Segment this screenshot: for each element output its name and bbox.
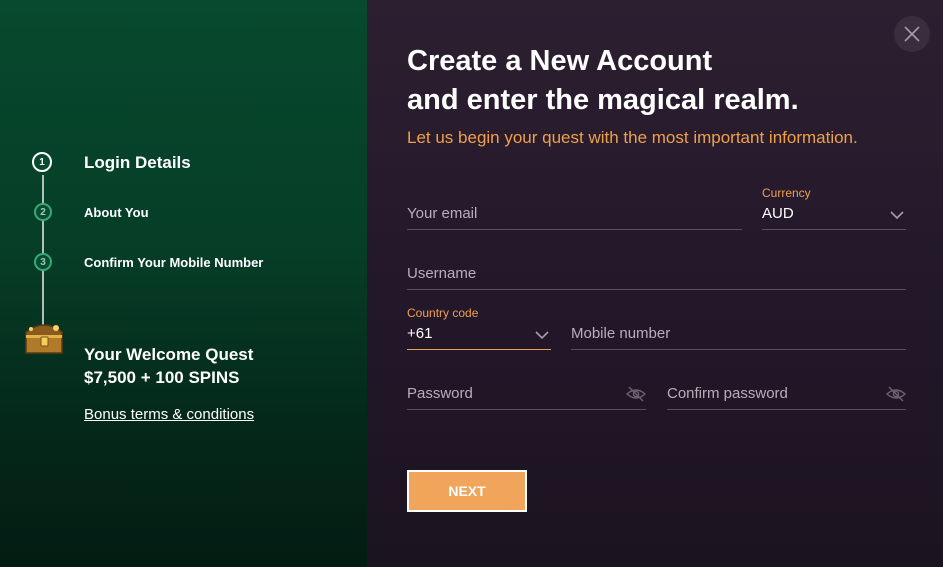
step-3-number: 3 (40, 256, 46, 268)
welcome-quest: Your Welcome Quest $7,500 + 100 SPINS (84, 343, 253, 389)
chevron-down-icon (535, 331, 549, 340)
step-1-indicator: 1 (32, 152, 52, 172)
password-placeholder: Password (407, 385, 473, 402)
quest-title: Your Welcome Quest (84, 345, 254, 364)
step-2-indicator: 2 (34, 203, 52, 221)
title-line-1: Create a New Account (407, 45, 713, 77)
step-3-indicator: 3 (34, 253, 52, 271)
close-icon (904, 26, 920, 42)
page-subtitle: Let us begin your quest with the most im… (407, 128, 858, 147)
bonus-terms-link[interactable]: Bonus terms & conditions (84, 406, 254, 423)
mobile-number-field[interactable]: Mobile number (571, 316, 906, 350)
confirm-password-field[interactable]: Confirm password (667, 376, 906, 410)
username-field[interactable]: Username (407, 256, 906, 290)
country-code-label: Country code (407, 306, 479, 320)
quest-amount: $7,500 + 100 SPINS (84, 368, 240, 387)
username-placeholder: Username (407, 265, 477, 282)
treasure-chest-icon (25, 324, 63, 354)
title-line-2: and enter the magical realm. (407, 84, 799, 116)
eye-slash-icon[interactable] (626, 386, 646, 402)
country-code-select[interactable]: Country code +61 (407, 306, 551, 350)
step-1-number: 1 (39, 156, 45, 168)
currency-label: Currency (762, 186, 811, 200)
currency-value: AUD (762, 205, 794, 222)
email-field[interactable]: Your email (407, 196, 742, 230)
password-field[interactable]: Password (407, 376, 646, 410)
mobile-number-placeholder: Mobile number (571, 325, 671, 342)
page-title: Create a New Account and enter the magic… (407, 42, 799, 120)
eye-slash-icon[interactable] (886, 386, 906, 402)
next-button[interactable]: NEXT (407, 470, 527, 512)
confirm-password-placeholder: Confirm password (667, 385, 788, 402)
step-3-label: Confirm Your Mobile Number (84, 255, 264, 270)
step-2-label: About You (84, 205, 149, 220)
country-code-value: +61 (407, 325, 433, 342)
step-1-label: Login Details (84, 153, 191, 172)
sidebar-panel: 1 Login Details 2 About You 3 Confirm Yo… (0, 0, 367, 567)
currency-select[interactable]: Currency AUD (762, 186, 906, 230)
close-button[interactable] (894, 16, 930, 52)
step-2-number: 2 (40, 206, 46, 218)
email-placeholder: Your email (407, 205, 478, 222)
step-progress-line (42, 175, 44, 325)
chevron-down-icon (890, 211, 904, 220)
